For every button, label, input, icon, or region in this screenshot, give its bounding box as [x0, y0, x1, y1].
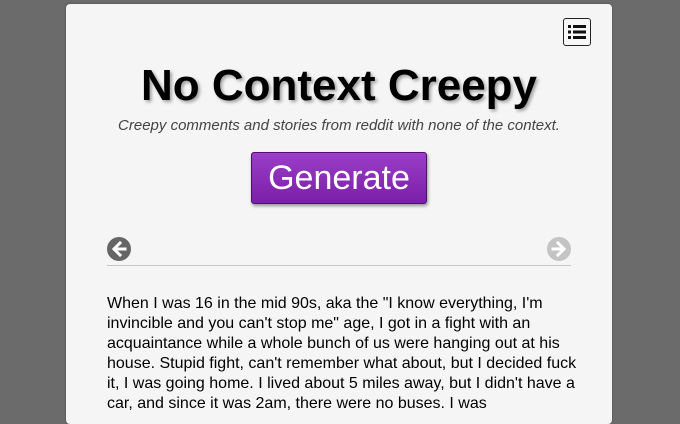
story-text: When I was 16 in the mid 90s, aka the "I…	[107, 295, 577, 412]
arrow-left-icon	[111, 240, 127, 258]
previous-button[interactable]	[107, 237, 131, 261]
menu-button[interactable]	[563, 18, 591, 46]
generate-button[interactable]: Generate	[251, 152, 427, 204]
list-icon	[568, 25, 586, 39]
main-card: No Context Creepy Creepy comments and st…	[66, 4, 612, 424]
page-subtitle: Creepy comments and stories from reddit …	[118, 117, 560, 134]
page-title: No Context Creepy	[140, 61, 538, 110]
arrow-right-icon	[551, 240, 567, 258]
next-button[interactable]	[547, 237, 571, 261]
story-navigation	[107, 237, 571, 266]
